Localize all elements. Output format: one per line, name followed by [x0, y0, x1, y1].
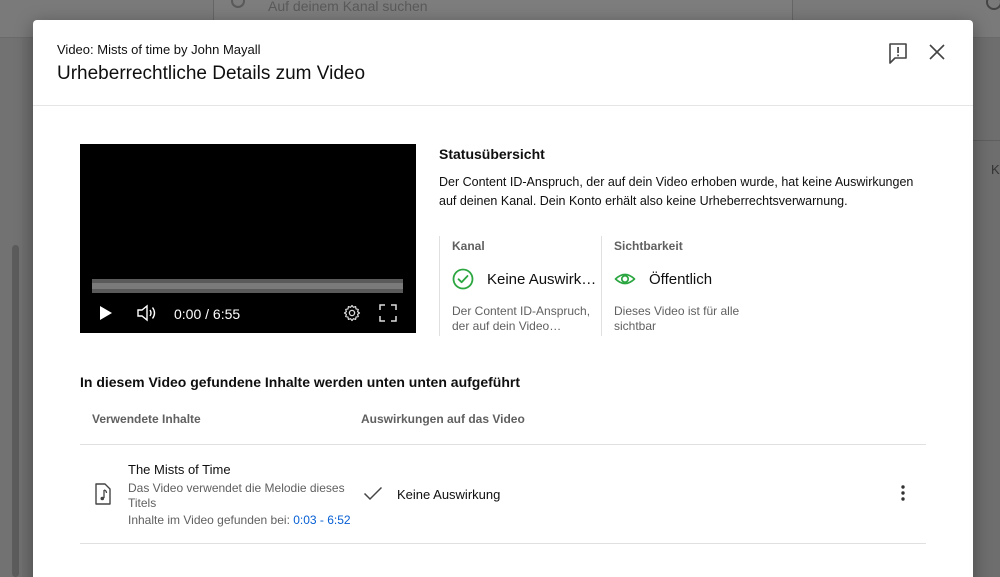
fullscreen-button[interactable]: [379, 304, 397, 327]
column-header-used-content: Verwendete Inhalte: [92, 412, 201, 426]
channel-label: Kanal: [452, 239, 485, 253]
status-overview-title: Statusübersicht: [439, 146, 545, 162]
table-row: The Mists of Time Das Video verwendet di…: [80, 445, 926, 543]
dialog-header: Video: Mists of time by John Mayall Urhe…: [33, 20, 973, 106]
close-button[interactable]: [925, 40, 949, 64]
found-label: Inhalte im Video gefunden bei:: [128, 513, 294, 527]
settings-button[interactable]: [343, 304, 361, 327]
content-description: Das Video verwendet die Melodie dieses T…: [128, 481, 345, 510]
feedback-button[interactable]: [885, 40, 911, 66]
visibility-status-card: Sichtbarkeit Öffentlich Dieses Video ist…: [601, 236, 763, 336]
background-divider: [973, 140, 1000, 141]
volume-icon: [137, 304, 156, 322]
progress-bar[interactable]: [92, 279, 403, 293]
play-button[interactable]: [99, 305, 113, 326]
play-icon: [100, 306, 112, 320]
status-overview-description: Der Content ID-Anspruch, der auf dein Vi…: [439, 175, 914, 208]
channel-status-card: Kanal Keine Auswirk… Der Content ID-Ansp…: [439, 236, 601, 336]
content-title: The Mists of Time: [128, 462, 231, 477]
column-header-impact: Auswirkungen auf das Video: [361, 412, 525, 426]
dialog-subtitle: Video: Mists of time by John Mayall: [57, 42, 261, 57]
more-vert-icon: [901, 485, 905, 501]
visibility-label: Sichtbarkeit: [614, 239, 683, 253]
eye-icon: [614, 268, 636, 295]
volume-button[interactable]: [137, 304, 159, 327]
visibility-status-description: Dieses Video ist für alle sichtbar: [614, 304, 740, 333]
feedback-icon: [889, 43, 907, 64]
fullscreen-icon: [379, 304, 397, 322]
found-range-link[interactable]: 0:03 - 6:52: [293, 513, 350, 527]
channel-status-description: Der Content ID-Anspruch, der auf dein Vi…: [452, 304, 591, 333]
progress-track: [92, 283, 403, 289]
more-options-button[interactable]: [896, 483, 910, 508]
content-found-at: Inhalte im Video gefunden bei: 0:03 - 6:…: [128, 513, 351, 527]
background-scrollbar: [12, 245, 19, 577]
background-search-placeholder: Auf deinem Kanal suchen: [268, 0, 428, 14]
gear-icon: [343, 304, 361, 322]
impact-value: Keine Auswirkung: [397, 487, 501, 502]
checkmark-icon: [363, 485, 383, 506]
background-right-text: K: [991, 162, 1000, 177]
found-content-title: In diesem Video gefundene Inhalte werden…: [80, 374, 521, 390]
copyright-details-dialog: Video: Mists of time by John Mayall Urhe…: [33, 20, 973, 577]
check-circle-icon: [452, 268, 474, 295]
background-right-panel: [973, 38, 1000, 577]
visibility-status-value: Öffentlich: [649, 271, 713, 288]
video-player[interactable]: 0:00 / 6:55: [80, 144, 416, 333]
time-display: 0:00 / 6:55: [174, 306, 241, 322]
music-note-icon: [94, 483, 112, 510]
close-icon: [929, 44, 945, 60]
dialog-title: Urheberrechtliche Details zum Video: [57, 63, 366, 84]
table-divider-bottom: [80, 543, 926, 544]
channel-status-value: Keine Auswirk…: [487, 271, 597, 288]
